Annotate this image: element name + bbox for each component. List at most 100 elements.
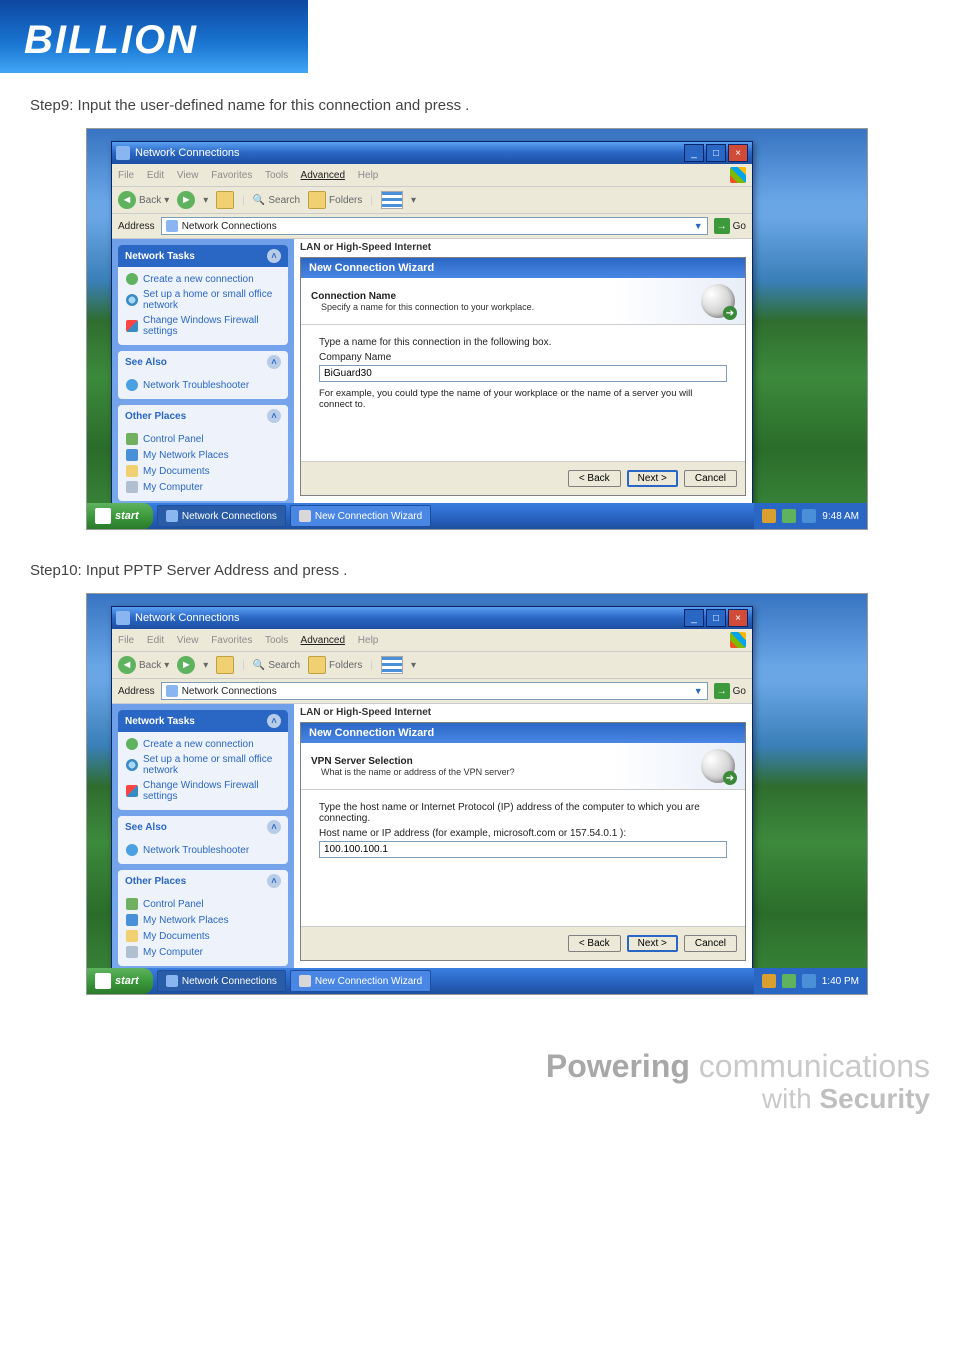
menu-view[interactable]: View — [177, 635, 199, 646]
back-button[interactable]: ◄Back ▾ — [118, 656, 169, 674]
sidebar-item-control-panel[interactable]: Control Panel — [126, 431, 280, 447]
go-button[interactable]: →Go — [714, 683, 746, 699]
up-button[interactable] — [216, 656, 234, 674]
my-documents-icon — [126, 465, 138, 477]
footer-watermark: Powering communications with Security — [0, 1009, 954, 1135]
forward-button[interactable]: ► — [177, 191, 195, 209]
company-name-input[interactable] — [319, 365, 727, 382]
my-network-icon — [126, 914, 138, 926]
sidebar-item-my-network[interactable]: My Network Places — [126, 447, 280, 463]
system-tray[interactable]: 1:40 PM — [754, 968, 867, 994]
sidebar-item-firewall[interactable]: Change Windows Firewall settings — [126, 778, 280, 804]
network-tasks-header[interactable]: Network Tasks˄ — [118, 245, 288, 267]
folders-button[interactable]: Folders — [308, 656, 362, 674]
window-title: Network Connections — [135, 147, 240, 159]
start-button[interactable]: start — [87, 503, 153, 529]
see-also-header[interactable]: See Also˄ — [118, 351, 288, 373]
sidebar-item-home-network[interactable]: Set up a home or small office network — [126, 752, 280, 778]
titlebar[interactable]: Network Connections _ □ × — [112, 142, 752, 164]
control-panel-icon — [126, 433, 138, 445]
start-button[interactable]: start — [87, 968, 153, 994]
menu-help[interactable]: Help — [358, 170, 379, 181]
close-button[interactable]: × — [728, 609, 748, 627]
cancel-button[interactable]: Cancel — [684, 470, 737, 487]
sidebar-item-create-connection[interactable]: Create a new connection — [126, 271, 280, 287]
menu-file[interactable]: File — [118, 170, 134, 181]
step10-instruction: Step10: Input PPTP Server Address and pr… — [0, 544, 954, 589]
system-tray[interactable]: 9:48 AM — [754, 503, 867, 529]
go-button[interactable]: →Go — [714, 218, 746, 234]
menu-help[interactable]: Help — [358, 635, 379, 646]
address-dropdown-icon[interactable]: ▼ — [694, 221, 703, 231]
folders-label: Folders — [329, 660, 362, 671]
next-button[interactable]: Next > — [627, 935, 678, 952]
back-button[interactable]: < Back — [568, 470, 621, 487]
close-button[interactable]: × — [728, 144, 748, 162]
sidebar-item-my-documents[interactable]: My Documents — [126, 928, 280, 944]
menu-file[interactable]: File — [118, 635, 134, 646]
address-field[interactable]: Network Connections ▼ — [161, 217, 708, 235]
taskbar-app-netconn[interactable]: Network Connections — [157, 505, 286, 527]
menu-favorites[interactable]: Favorites — [211, 170, 252, 181]
next-button[interactable]: Next > — [627, 470, 678, 487]
back-button[interactable]: ◄Back ▾ — [118, 191, 169, 209]
forward-dropdown[interactable]: ▾ — [203, 195, 208, 206]
sidebar-item-my-documents[interactable]: My Documents — [126, 463, 280, 479]
taskbar-app-wizard[interactable]: New Connection Wizard — [290, 970, 431, 992]
menu-tools[interactable]: Tools — [265, 170, 288, 181]
address-dropdown-icon[interactable]: ▼ — [694, 686, 703, 696]
network-tasks-header[interactable]: Network Tasks˄ — [118, 710, 288, 732]
see-also-header[interactable]: See Also˄ — [118, 816, 288, 838]
menu-edit[interactable]: Edit — [147, 170, 164, 181]
folders-button[interactable]: Folders — [308, 191, 362, 209]
minimize-button[interactable]: _ — [684, 609, 704, 627]
menu-view[interactable]: View — [177, 170, 199, 181]
search-button[interactable]: 🔍Search — [253, 660, 300, 671]
toolbar: ◄Back ▾ ► ▾ | 🔍Search Folders | ▾ — [112, 652, 752, 679]
tray-icon — [802, 974, 816, 988]
wizard-banner: Connection Name Specify a name for this … — [301, 278, 745, 325]
views-button[interactable] — [381, 656, 403, 674]
screenshot-9: Network Connections _ □ × File Edit View… — [0, 124, 954, 544]
minimize-button[interactable]: _ — [684, 144, 704, 162]
sidebar-item-troubleshooter[interactable]: Network Troubleshooter — [126, 842, 280, 858]
views-button[interactable] — [381, 191, 403, 209]
content-pane: LAN or High-Speed Internet New Connectio… — [294, 704, 752, 995]
sidebar-item-my-computer[interactable]: My Computer — [126, 479, 280, 495]
menu-edit[interactable]: Edit — [147, 635, 164, 646]
sidebar-item-my-computer[interactable]: My Computer — [126, 944, 280, 960]
cancel-button[interactable]: Cancel — [684, 935, 737, 952]
sidebar: Network Tasks˄ Create a new connection S… — [112, 704, 294, 995]
other-places-header[interactable]: Other Places˄ — [118, 405, 288, 427]
forward-button[interactable]: ► — [177, 656, 195, 674]
maximize-button[interactable]: □ — [706, 609, 726, 627]
taskbar-app-netconn[interactable]: Network Connections — [157, 970, 286, 992]
sidebar-item-home-network[interactable]: Set up a home or small office network — [126, 287, 280, 313]
home-network-icon — [126, 294, 138, 306]
wizard-icon — [299, 975, 311, 987]
sidebar-item-my-network[interactable]: My Network Places — [126, 912, 280, 928]
menu-advanced[interactable]: Advanced — [301, 170, 345, 181]
back-button[interactable]: < Back — [568, 935, 621, 952]
menu-favorites[interactable]: Favorites — [211, 635, 252, 646]
host-address-input[interactable] — [319, 841, 727, 858]
search-button[interactable]: 🔍Search — [253, 195, 300, 206]
maximize-button[interactable]: □ — [706, 144, 726, 162]
sidebar-item-firewall[interactable]: Change Windows Firewall settings — [126, 313, 280, 339]
section-label: LAN or High-Speed Internet — [294, 239, 752, 255]
desktop: Network Connections _ □ × File Edit View… — [86, 128, 868, 530]
sidebar-item-control-panel[interactable]: Control Panel — [126, 896, 280, 912]
forward-dropdown[interactable]: ▾ — [203, 660, 208, 671]
menu-tools[interactable]: Tools — [265, 635, 288, 646]
menu-advanced[interactable]: Advanced — [301, 635, 345, 646]
up-button[interactable] — [216, 191, 234, 209]
company-name-label: Company Name — [319, 352, 727, 363]
sidebar-item-create-connection[interactable]: Create a new connection — [126, 736, 280, 752]
sidebar-item-troubleshooter[interactable]: Network Troubleshooter — [126, 377, 280, 393]
screenshot-10: Network Connections _ □ × File Edit View… — [0, 589, 954, 1009]
other-places-header[interactable]: Other Places˄ — [118, 870, 288, 892]
home-network-icon — [126, 759, 138, 771]
taskbar-app-wizard[interactable]: New Connection Wizard — [290, 505, 431, 527]
address-field[interactable]: Network Connections ▼ — [161, 682, 708, 700]
titlebar[interactable]: Network Connections _ □ × — [112, 607, 752, 629]
